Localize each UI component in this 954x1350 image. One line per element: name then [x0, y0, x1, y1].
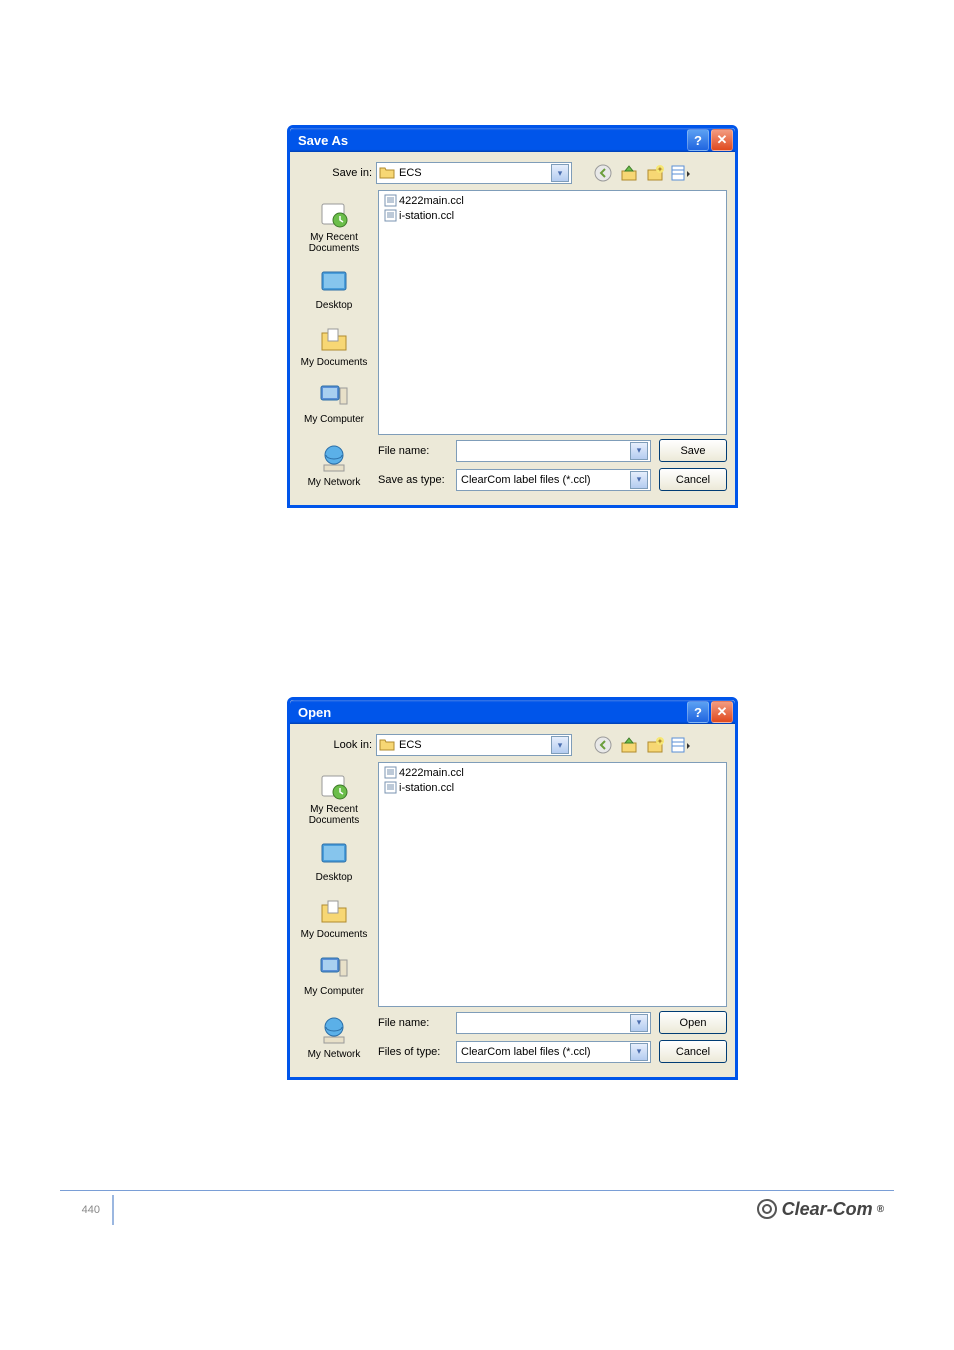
- help-button[interactable]: ?: [687, 701, 709, 723]
- desktop-icon: [318, 838, 350, 870]
- chevron-down-icon[interactable]: ▾: [630, 442, 648, 460]
- desktop-icon: [318, 266, 350, 298]
- location-label: Save in:: [290, 167, 372, 179]
- type-label: Save as type:: [378, 474, 448, 486]
- file-icon: [383, 194, 397, 208]
- views-button[interactable]: [670, 734, 692, 756]
- filename-label: File name:: [378, 445, 448, 457]
- chevron-down-icon[interactable]: ▾: [630, 1043, 648, 1061]
- file-list[interactable]: 4222main.ccl i-station.ccl: [378, 190, 727, 435]
- file-icon: [383, 209, 397, 223]
- folder-icon: [379, 165, 395, 182]
- toolbar: Save in: ECS ▾ ✦: [290, 152, 735, 190]
- place-computer[interactable]: My Computer: [294, 948, 374, 1003]
- file-item[interactable]: i-station.ccl: [381, 208, 724, 223]
- file-icon: [383, 766, 397, 780]
- close-button[interactable]: ✕: [711, 701, 733, 723]
- documents-icon: [318, 895, 350, 927]
- chevron-down-icon[interactable]: ▾: [551, 164, 569, 182]
- computer-icon: [318, 952, 350, 984]
- type-label: Files of type:: [378, 1046, 448, 1058]
- folder-name: ECS: [399, 739, 422, 751]
- place-network[interactable]: My Network: [294, 1011, 374, 1066]
- file-list[interactable]: 4222main.ccl i-station.ccl: [378, 762, 727, 1007]
- logo-icon: [756, 1198, 778, 1220]
- filename-input[interactable]: ▾: [456, 440, 651, 462]
- up-button[interactable]: [618, 162, 640, 184]
- file-icon: [383, 781, 397, 795]
- file-item[interactable]: 4222main.ccl: [381, 765, 724, 780]
- place-computer[interactable]: My Computer: [294, 376, 374, 431]
- titlebar[interactable]: Save As ? ✕: [290, 128, 735, 152]
- dialog-title: Save As: [298, 133, 685, 148]
- toolbar: Look in: ECS ▾ ✦: [290, 724, 735, 762]
- back-button[interactable]: [592, 734, 614, 756]
- recent-icon: [318, 198, 350, 230]
- filename-label: File name:: [378, 1017, 448, 1029]
- chevron-down-icon[interactable]: ▾: [551, 736, 569, 754]
- file-type-select[interactable]: ClearCom label files (*.ccl) ▾: [456, 1041, 651, 1063]
- place-documents[interactable]: My Documents: [294, 891, 374, 946]
- folder-dropdown[interactable]: ECS ▾: [376, 162, 572, 184]
- chevron-down-icon[interactable]: ▾: [630, 1014, 648, 1032]
- cancel-button[interactable]: Cancel: [659, 1040, 727, 1063]
- place-recent[interactable]: My Recent Documents: [294, 766, 374, 832]
- open-dialog: Open ? ✕ Look in: ECS ▾ ✦: [287, 697, 738, 1080]
- svg-text:✦: ✦: [657, 737, 664, 746]
- help-button[interactable]: ?: [687, 129, 709, 151]
- footer-divider: [60, 1190, 894, 1191]
- network-icon: [318, 1015, 350, 1047]
- close-button[interactable]: ✕: [711, 129, 733, 151]
- brand-logo: Clear-Com®: [756, 1198, 884, 1220]
- folder-icon: [379, 737, 395, 754]
- open-button[interactable]: Open: [659, 1011, 727, 1034]
- file-type-select[interactable]: ClearCom label files (*.ccl) ▾: [456, 469, 651, 491]
- recent-icon: [318, 770, 350, 802]
- computer-icon: [318, 380, 350, 412]
- up-button[interactable]: [618, 734, 640, 756]
- places-bar: My Recent Documents Desktop My Documents…: [290, 762, 378, 1007]
- documents-icon: [318, 323, 350, 355]
- cancel-button[interactable]: Cancel: [659, 468, 727, 491]
- place-documents[interactable]: My Documents: [294, 319, 374, 374]
- place-desktop[interactable]: Desktop: [294, 262, 374, 317]
- back-button[interactable]: [592, 162, 614, 184]
- views-button[interactable]: [670, 162, 692, 184]
- filename-input[interactable]: ▾: [456, 1012, 651, 1034]
- new-folder-button[interactable]: ✦: [644, 162, 666, 184]
- page-number: 440: [40, 1195, 114, 1225]
- place-network[interactable]: My Network: [294, 439, 374, 494]
- dialog-title: Open: [298, 705, 685, 720]
- folder-name: ECS: [399, 167, 422, 179]
- save-as-dialog: Save As ? ✕ Save in: ECS ▾ ✦: [287, 125, 738, 508]
- folder-dropdown[interactable]: ECS ▾: [376, 734, 572, 756]
- svg-text:✦: ✦: [657, 165, 664, 174]
- file-item[interactable]: 4222main.ccl: [381, 193, 724, 208]
- chevron-down-icon[interactable]: ▾: [630, 471, 648, 489]
- place-recent[interactable]: My Recent Documents: [294, 194, 374, 260]
- file-item[interactable]: i-station.ccl: [381, 780, 724, 795]
- location-label: Look in:: [290, 739, 372, 751]
- titlebar[interactable]: Open ? ✕: [290, 700, 735, 724]
- network-icon: [318, 443, 350, 475]
- places-bar: My Recent Documents Desktop My Documents…: [290, 190, 378, 435]
- place-desktop[interactable]: Desktop: [294, 834, 374, 889]
- save-button[interactable]: Save: [659, 439, 727, 462]
- new-folder-button[interactable]: ✦: [644, 734, 666, 756]
